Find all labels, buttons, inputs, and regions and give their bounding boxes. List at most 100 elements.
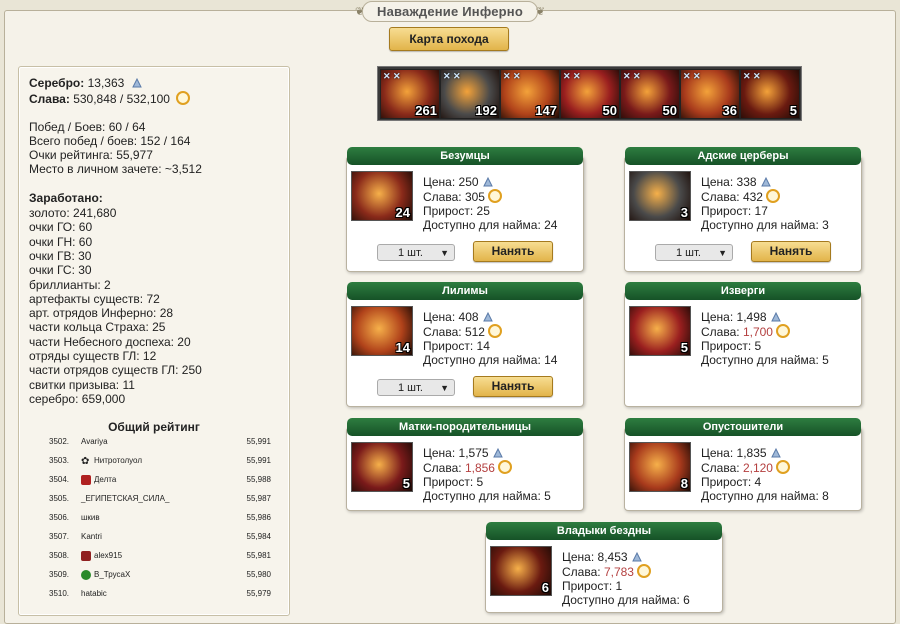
creature-fame-value: 305 <box>464 190 485 204</box>
silver-label: Серебро: <box>29 76 85 90</box>
creature-available: Доступно для найма: 6 <box>562 593 690 607</box>
army-tile[interactable]: ✕ ✕ 147 <box>500 69 560 119</box>
creature-info: Цена: 408 Слава: 512 Прирост: 14 Доступно д… <box>423 310 557 367</box>
creature-portrait: 8 <box>629 442 691 492</box>
silver-icon <box>760 176 772 188</box>
creature-price: Цена: 408 <box>423 310 557 324</box>
ranking-name: B_ТрусаХ <box>81 569 130 581</box>
army-strip: ✕ ✕ 261 ✕ ✕ 192 ✕ ✕ 147 ✕ ✕ 50 ✕ ✕ 50 ✕ ✕ 36 ✕ ✕ 5 <box>377 66 802 121</box>
silver-stat: Серебро: 13,363 <box>29 76 143 90</box>
hire-button[interactable]: Нанять <box>751 241 831 262</box>
ranking-name: Avariya <box>81 437 108 446</box>
army-tile-badges: ✕ ✕ <box>383 71 401 81</box>
creature-fame-value: 432 <box>742 190 763 204</box>
creature-portrait: 5 <box>629 306 691 356</box>
ranking-score: 55,984 <box>246 532 271 541</box>
silver-icon <box>482 176 494 188</box>
quantity-select[interactable]: 1 шт. ▼ <box>377 379 455 396</box>
creature-portrait-count: 8 <box>680 476 688 491</box>
creature-info: Цена: 1,575 Слава: 1,856 Прирост: 5 Доступн… <box>423 446 551 503</box>
hire-button[interactable]: Нанять <box>473 241 553 262</box>
quantity-select[interactable]: 1 шт. ▼ <box>655 244 733 261</box>
ranking-row[interactable]: 3505. _ЕГИПЕТСКАЯ_СИЛА_ 55,987 <box>49 493 271 505</box>
earned-item: очки ГВ: 30 <box>29 248 92 263</box>
army-tile[interactable]: ✕ ✕ 192 <box>440 69 500 119</box>
ranking-number: 3507. <box>49 532 70 541</box>
ranking-row[interactable]: 3507. Kantri 55,984 <box>49 531 271 543</box>
earned-item: отряды существ ГЛ: 12 <box>29 349 157 363</box>
army-tile[interactable]: ✕ ✕ 50 <box>620 69 680 119</box>
creature-card-title: Лилимы <box>347 282 583 300</box>
creature-price: Цена: 8,453 <box>562 550 690 564</box>
creature-growth: Прирост: 17 <box>701 204 768 218</box>
earned-item: золото: 241,680 <box>29 206 117 220</box>
creature-card-title: Адские церберы <box>625 147 861 165</box>
chevron-down-icon: ▼ <box>718 248 727 258</box>
ranking-row[interactable]: 3504. Делта 55,988 <box>49 474 271 486</box>
creature-portrait: 3 <box>629 171 691 221</box>
ranking-number: 3509. <box>49 570 70 579</box>
silver-icon <box>482 311 494 323</box>
ranking-number: 3503. <box>49 456 70 465</box>
ranking-row[interactable]: 3502. Avariya 55,991 <box>49 436 271 448</box>
silver-icon <box>131 77 142 88</box>
creature-card-title: Владыки бездны <box>486 522 722 540</box>
creature-card-title: Опустошители <box>625 418 861 436</box>
creature-portrait: 6 <box>490 546 552 596</box>
ranking-row[interactable]: 3503. ✿ Нитротолуол 55,991 <box>49 455 271 467</box>
ranking-row[interactable]: 3506. шкив 55,986 <box>49 512 271 524</box>
ranking-name: ✿ Нитротолуол <box>81 456 142 467</box>
creature-portrait-count: 3 <box>680 205 688 220</box>
army-tile[interactable]: ✕ ✕ 50 <box>560 69 620 119</box>
quantity-select[interactable]: 1 шт. ▼ <box>377 244 455 261</box>
army-tile[interactable]: ✕ ✕ 261 <box>380 69 440 119</box>
ranking-number: 3508. <box>49 551 70 560</box>
ranking-name: hatabic <box>81 589 107 598</box>
ranking-score: 55,991 <box>246 437 271 446</box>
ornament-left-icon: ❦ <box>355 6 365 18</box>
army-tile[interactable]: ✕ ✕ 5 <box>740 69 800 119</box>
creature-growth: Прирост: 5 <box>423 475 484 489</box>
ranking-name: шкив <box>81 513 100 522</box>
army-tile[interactable]: ✕ ✕ 36 <box>680 69 740 119</box>
ranking-score: 55,986 <box>246 513 271 522</box>
creature-available: Доступно для найма: 8 <box>701 489 829 503</box>
creature-card: Безумцы 24 Цена: 250 Слава: 305 Прирост: 25 Д… <box>346 147 584 272</box>
creature-fame-value: 512 <box>464 325 485 339</box>
creature-price: Цена: 1,575 <box>423 446 551 460</box>
ranking-number: 3502. <box>49 437 70 446</box>
army-tile-badges: ✕ ✕ <box>503 71 521 81</box>
ranking-number: 3504. <box>49 475 70 484</box>
army-tile-count: 50 <box>662 103 677 118</box>
creature-fame: Слава: 7,783 <box>562 564 690 579</box>
chevron-down-icon: ▼ <box>440 248 449 258</box>
ranking-row[interactable]: 3508. alex915 55,981 <box>49 550 271 562</box>
page-title-wrap: ❦ Наваждение Инферно ❦ <box>355 0 545 22</box>
fame-icon <box>775 460 790 474</box>
army-tile-count: 261 <box>415 103 437 118</box>
rating-points-stat: Очки рейтинга: 55,977 <box>29 148 153 162</box>
creature-fame-value: 7,783 <box>603 565 634 579</box>
ranking-row[interactable]: 3509. B_ТрусаХ 55,980 <box>49 569 271 581</box>
earned-title: Заработано: <box>29 191 103 205</box>
clan-icon <box>81 551 91 561</box>
ranking-score: 55,979 <box>246 589 271 598</box>
creature-growth: Прирост: 4 <box>701 475 762 489</box>
creature-fame: Слава: 1,700 <box>701 324 829 339</box>
creature-price: Цена: 338 <box>701 175 829 189</box>
fame-label: Слава: <box>29 92 70 106</box>
creature-portrait-count: 24 <box>395 205 410 220</box>
ranking-title: Общий рейтинг <box>108 420 200 434</box>
campaign-map-button[interactable]: Карта похода <box>389 27 509 51</box>
fame-icon <box>775 324 790 338</box>
creature-growth: Прирост: 14 <box>423 339 490 353</box>
creature-portrait-count: 6 <box>541 580 549 595</box>
creature-card: Изверги 5 Цена: 1,498 Слава: 1,700 Прирост: … <box>624 282 862 407</box>
creature-available: Доступно для найма: 5 <box>701 353 829 367</box>
creature-fame: Слава: 305 <box>423 189 557 204</box>
creature-fame: Слава: 512 <box>423 324 557 339</box>
creature-growth: Прирост: 1 <box>562 579 623 593</box>
ranking-row[interactable]: 3510. hatabic 55,979 <box>49 588 271 600</box>
creature-card: Владыки бездны 6 Цена: 8,453 Слава: 7,783 Пр… <box>485 522 723 613</box>
hire-button[interactable]: Нанять <box>473 376 553 397</box>
